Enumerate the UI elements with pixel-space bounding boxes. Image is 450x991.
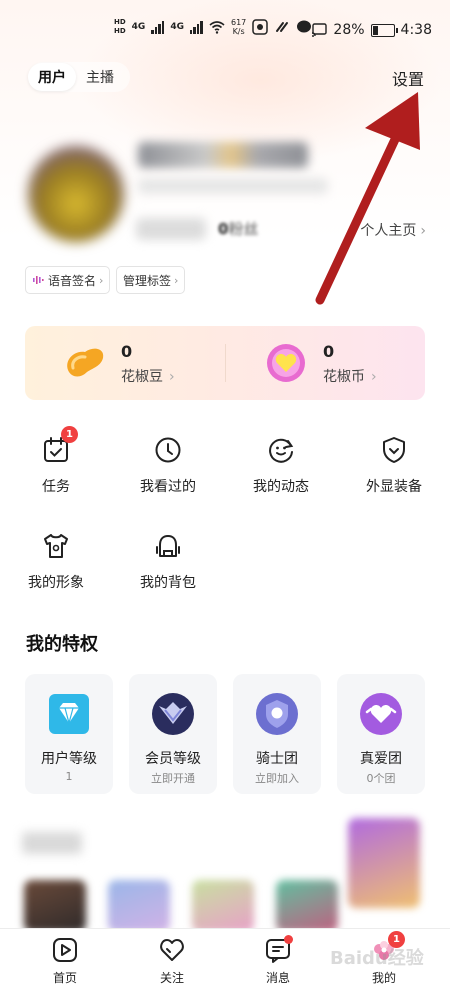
vip-crest-icon — [152, 693, 194, 735]
chevron-right-icon: › — [420, 223, 426, 239]
link-notification-icon — [276, 22, 289, 32]
privilege-user-level[interactable]: 用户等级 1 — [25, 674, 113, 794]
feature-backpack[interactable]: 我的背包 — [123, 532, 213, 602]
chevron-right-icon: › — [99, 273, 104, 287]
blurred-thumbnail — [192, 880, 254, 932]
cast-icon — [312, 23, 328, 37]
privileges-title: 我的特权 — [26, 634, 98, 655]
pepper-beans-value: 0 — [121, 342, 133, 361]
watermark: Baidu经验 — [330, 948, 424, 969]
pepper-coins-value: 0 — [323, 342, 335, 361]
feature-my-posts[interactable]: 我的动态 — [236, 436, 326, 506]
nav-home[interactable]: 首页 — [25, 935, 105, 987]
status-left: HD HD 4G 4G 617 K/s — [114, 18, 312, 36]
network-type-1: 4G — [131, 22, 146, 32]
personal-homepage-link[interactable]: 个人主页 › — [360, 220, 426, 240]
shirt-icon — [44, 534, 68, 558]
hd-indicator: HD HD — [114, 18, 126, 35]
chat-notification-icon — [297, 20, 312, 33]
manage-tags-button[interactable]: 管理标签 › — [116, 266, 186, 294]
clock-icon — [155, 437, 181, 463]
pepper-beans-label: 花椒豆 › — [121, 369, 175, 385]
privilege-true-love[interactable]: 真爱团 0个团 — [337, 674, 425, 794]
voice-wave-icon — [33, 276, 44, 284]
blurred-user-id — [138, 178, 328, 194]
clock-time: 4:38 — [400, 22, 432, 38]
blurred-follow-count — [136, 218, 206, 240]
role-tabs: 用户 主播 — [28, 62, 130, 92]
voice-signature-tag[interactable]: 语音签名 › — [25, 266, 111, 294]
tab-anchor[interactable]: 主播 — [76, 63, 124, 91]
battery-icon — [370, 23, 398, 37]
bean-icon — [67, 348, 104, 377]
battery-percent: 28% — [333, 22, 365, 38]
smile-refresh-icon — [269, 438, 294, 463]
signal-icon — [189, 20, 203, 34]
knight-badge-icon — [256, 693, 298, 735]
network-type-2: 4G — [170, 22, 184, 32]
tab-user[interactable]: 用户 — [28, 63, 76, 91]
blurred-thumbnail — [276, 880, 338, 932]
feature-equipment[interactable]: 外显装备 — [349, 436, 439, 506]
love-group-icon — [360, 693, 402, 735]
nav-follow[interactable]: 关注 — [132, 935, 212, 987]
heart-icon — [160, 939, 184, 961]
avatar[interactable] — [28, 146, 124, 242]
blurred-section-title — [22, 832, 82, 854]
play-home-icon — [53, 938, 77, 962]
blurred-banner — [348, 818, 420, 908]
message-dot — [284, 935, 293, 944]
pepper-coins-label: 花椒币 › — [323, 369, 377, 385]
privilege-vip-level[interactable]: 会员等级 立即开通 — [129, 674, 217, 794]
blurred-username — [138, 142, 308, 168]
settings-button[interactable]: 设置 — [392, 66, 424, 90]
shield-icon — [383, 437, 405, 463]
app-notification-icon — [252, 19, 269, 35]
fans-stat[interactable]: 0粉丝 — [218, 218, 258, 239]
wifi-icon — [209, 21, 225, 34]
backpack-icon — [156, 535, 180, 557]
status-bar: HD HD 4G 4G 617 K/s 28% 4:38 — [0, 0, 450, 60]
privilege-knights[interactable]: 骑士团 立即加入 — [233, 674, 321, 794]
feature-task[interactable]: 1 任务 — [11, 426, 101, 506]
task-badge: 1 — [61, 426, 78, 443]
blurred-thumbnail — [24, 880, 86, 932]
network-speed: 617 K/s — [230, 18, 247, 36]
pepper-beans-item[interactable]: 0 花椒豆 › — [63, 340, 213, 388]
chevron-right-icon: › — [371, 369, 377, 385]
signal-icon — [151, 20, 165, 34]
pepper-coins-item[interactable]: 0 花椒币 › — [265, 340, 415, 388]
blurred-thumbnail — [108, 880, 170, 932]
feature-my-avatar[interactable]: 我的形象 — [11, 532, 101, 602]
wallet-card: 0 花椒豆 › 0 花椒币 › — [25, 326, 425, 400]
diamond-icon — [49, 694, 89, 734]
status-right: 28% 4:38 — [311, 22, 432, 38]
coin-heart-icon — [267, 344, 305, 382]
chevron-right-icon: › — [169, 369, 175, 385]
wallet-divider — [225, 344, 226, 382]
chevron-right-icon: › — [174, 273, 179, 287]
nav-messages[interactable]: 消息 — [238, 935, 318, 987]
feature-history[interactable]: 我看过的 — [123, 436, 213, 506]
